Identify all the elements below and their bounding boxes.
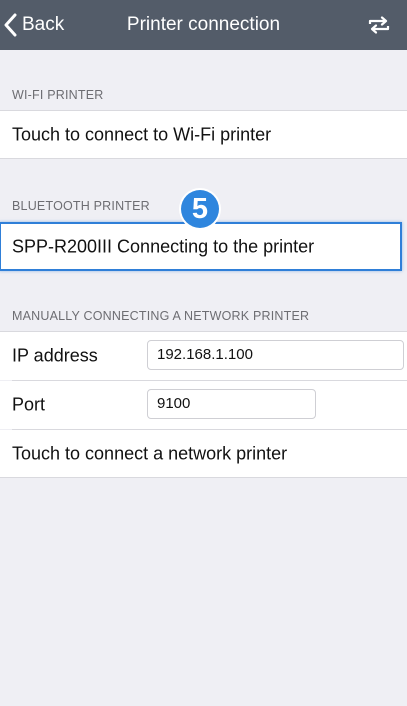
- divider: [0, 477, 407, 478]
- ip-address-label: IP address: [12, 345, 98, 366]
- back-label: Back: [22, 14, 65, 35]
- port-field[interactable]: 9100: [147, 389, 316, 419]
- back-button[interactable]: Back: [4, 0, 64, 50]
- network-connect-label: Touch to connect a network printer: [12, 443, 288, 463]
- port-row: Port 9100: [0, 381, 407, 429]
- bluetooth-status-label: SPP-R200III Connecting to the printer: [12, 236, 315, 256]
- wifi-connect-row[interactable]: Touch to connect to Wi-Fi printer: [0, 111, 407, 158]
- ip-address-field[interactable]: 192.168.1.100: [147, 340, 404, 370]
- network-section-header: MANUALLY CONNECTING A NETWORK PRINTER: [12, 309, 310, 323]
- bluetooth-printer-row[interactable]: SPP-R200III Connecting to the printer: [0, 222, 402, 271]
- port-label: Port: [12, 394, 46, 415]
- wifi-connect-label: Touch to connect to Wi-Fi printer: [12, 124, 272, 144]
- refresh-icon[interactable]: [367, 13, 391, 37]
- chevron-left-icon: [4, 13, 17, 37]
- bluetooth-section-header: BLUETOOTH PRINTER: [12, 199, 150, 213]
- navigation-bar: Back Printer connection: [0, 0, 407, 50]
- step-number-badge: 5: [181, 190, 219, 228]
- network-connect-row[interactable]: Touch to connect a network printer: [0, 430, 407, 477]
- ip-address-row: IP address 192.168.1.100: [0, 332, 407, 380]
- wifi-section-header: WI-FI PRINTER: [12, 88, 104, 102]
- divider: [0, 158, 407, 159]
